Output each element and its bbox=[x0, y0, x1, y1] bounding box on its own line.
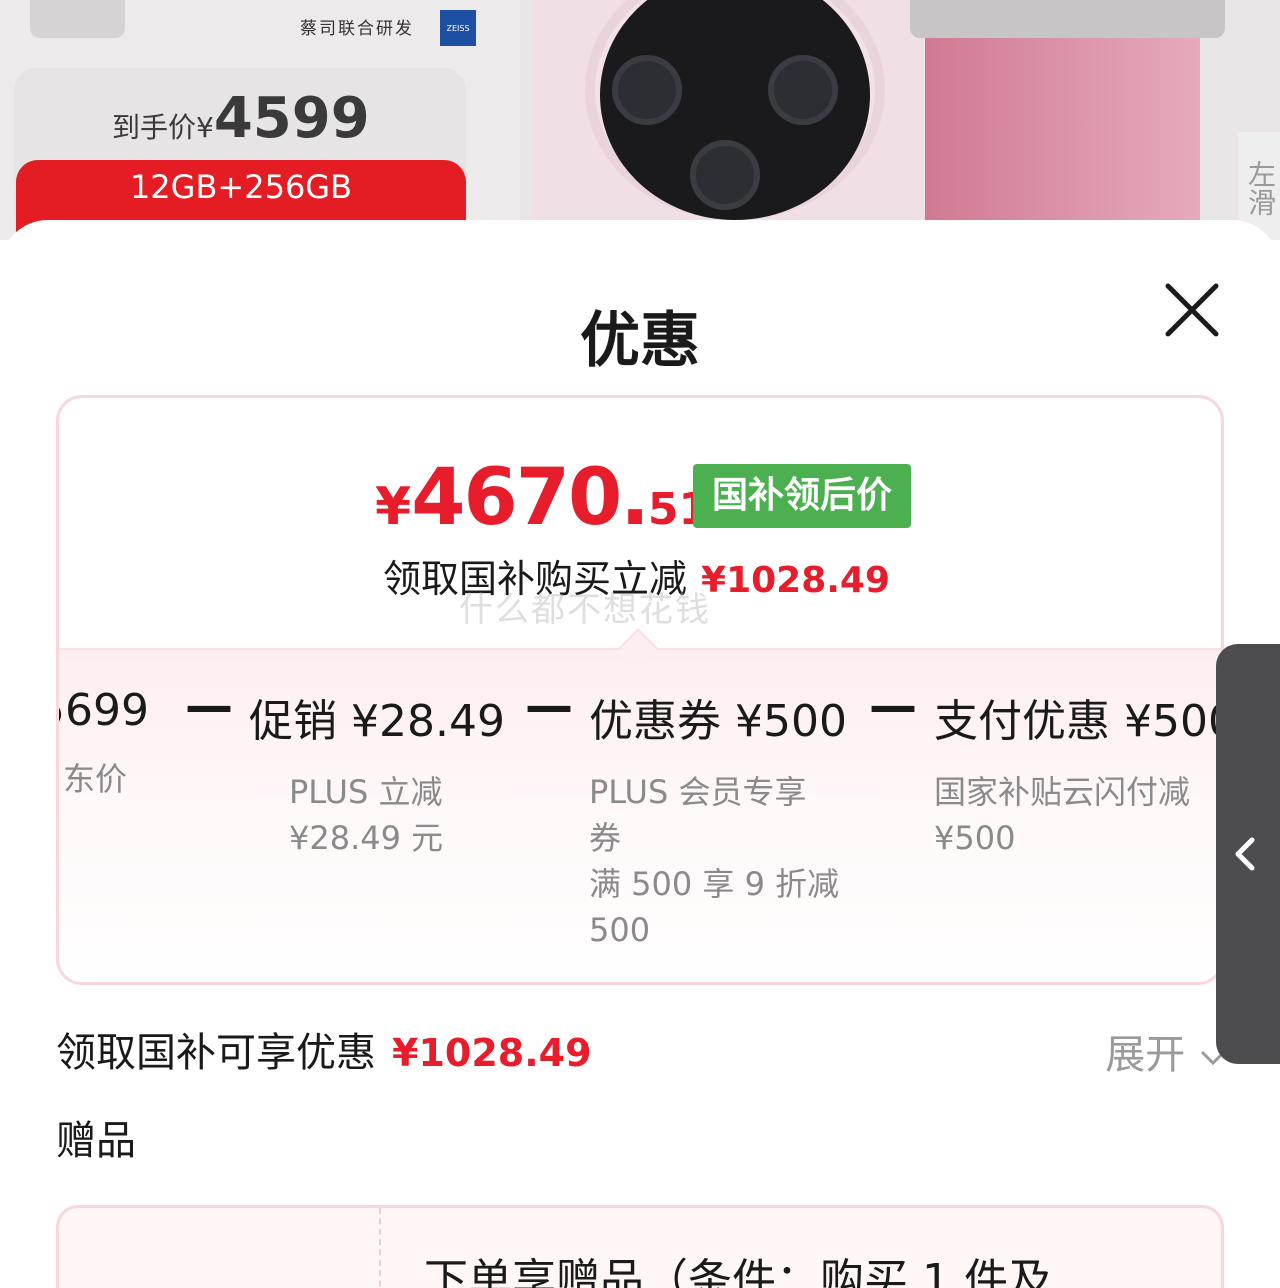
breakdown-head: 优惠券 ¥500 bbox=[589, 696, 847, 747]
side-drawer-tab[interactable] bbox=[1216, 644, 1280, 1064]
breakdown-desc: PLUS 会员专享 券 满 500 享 9 折减 500 bbox=[589, 769, 847, 953]
expand-button[interactable]: 展开 bbox=[1105, 1022, 1228, 1080]
product-banner: 蔡司联合研发 ZEISS 到手价¥4599 12GB+256GB 左滑 bbox=[0, 0, 1280, 240]
breakdown-notch bbox=[618, 628, 658, 668]
gift-text: 下单享赠品（条件：购买 1 件及 bbox=[424, 1255, 1052, 1288]
subsidy-discount-row[interactable]: 领取国补可享优惠 ¥1028.49 展开 bbox=[56, 1020, 1226, 1080]
breakdown-desc-line: ¥500 bbox=[934, 819, 1016, 857]
breakdown-item-promo: 促销 ¥28.49 PLUS 立减 ¥28.49 元 bbox=[249, 685, 505, 861]
breakdown-head: 支付优惠 ¥500 bbox=[934, 696, 1224, 747]
banner-action-chip[interactable] bbox=[910, 0, 1225, 38]
discount-label: 领取国补可享优惠 bbox=[56, 1030, 376, 1076]
final-price-yen: ¥ bbox=[375, 477, 412, 537]
breakdown-desc-line: 500 bbox=[589, 911, 651, 949]
final-price-integer: 4670. bbox=[411, 453, 650, 543]
breakdown-item-coupon: 优惠券 ¥500 PLUS 会员专享 券 满 500 享 9 折减 500 bbox=[589, 685, 847, 953]
back-button[interactable] bbox=[30, 0, 125, 38]
close-icon bbox=[1165, 283, 1219, 337]
sheet-title: 优惠 bbox=[580, 306, 700, 376]
breakdown-desc: 东价 bbox=[59, 756, 149, 802]
breakdown-desc-line: PLUS 会员专享 bbox=[589, 773, 807, 811]
brand-line: 蔡司联合研发 bbox=[300, 19, 414, 39]
breakdown-head: 5699 bbox=[59, 685, 149, 736]
gift-card[interactable]: 下单享赠品（条件：购买 1 件及 bbox=[56, 1205, 1224, 1288]
breakdown-desc: 国家补贴云闪付减 ¥500 bbox=[934, 769, 1221, 861]
hand-price-value: 4599 bbox=[213, 86, 370, 151]
minus-sign: — bbox=[869, 678, 917, 734]
zeiss-logo: ZEISS bbox=[440, 10, 476, 46]
price-breakdown[interactable]: 5699 东价 — 促销 ¥28.49 PLUS 立减 ¥28.49 元 — 优… bbox=[59, 628, 1224, 982]
camera-lens bbox=[690, 140, 760, 210]
breakdown-item-list-price: 5699 东价 bbox=[59, 685, 149, 802]
breakdown-head: 促销 ¥28.49 bbox=[249, 696, 505, 747]
discount-amount: ¥1028.49 bbox=[392, 1031, 592, 1075]
minus-sign: — bbox=[525, 678, 573, 734]
gift-section-title: 赠品 bbox=[56, 1118, 136, 1164]
discount-sheet: 优惠 ¥4670.51 国补领后价 领取国补购买立减 ¥1028.49 什么都不想… bbox=[0, 220, 1280, 1288]
banner-hand-price: 到手价¥4599 bbox=[112, 86, 370, 151]
chevron-left-icon bbox=[1235, 837, 1255, 871]
expand-label: 展开 bbox=[1105, 1032, 1186, 1078]
camera-lens bbox=[612, 55, 682, 125]
hand-price-label: 到手价¥ bbox=[112, 111, 214, 144]
close-button[interactable] bbox=[1160, 278, 1224, 342]
breakdown-desc-line: 东价 bbox=[63, 760, 128, 798]
final-price: ¥4670.51 bbox=[375, 453, 709, 543]
breakdown-desc-line: 满 500 享 9 折减 bbox=[589, 865, 840, 903]
price-breakdown-card: ¥4670.51 国补领后价 领取国补购买立减 ¥1028.49 什么都不想花钱 … bbox=[56, 395, 1224, 985]
watermark: 什么都不想花钱 bbox=[459, 590, 711, 630]
breakdown-desc-line: 国家补贴云闪付减 bbox=[934, 773, 1191, 811]
breakdown-desc-line: ¥28.49 元 bbox=[289, 819, 444, 857]
breakdown-desc-line: 券 bbox=[589, 819, 622, 857]
camera-lens bbox=[768, 55, 838, 125]
breakdown-desc-line: PLUS 立减 bbox=[289, 773, 443, 811]
minus-sign: — bbox=[185, 678, 233, 734]
gift-divider bbox=[379, 1208, 381, 1288]
subsidy-tag: 国补领后价 bbox=[693, 464, 911, 528]
breakdown-item-payment: 支付优惠 ¥500 国家补贴云闪付减 ¥500 bbox=[934, 685, 1224, 861]
save-amount: ¥1028.49 bbox=[701, 560, 891, 601]
phone-side-image bbox=[925, 30, 1200, 240]
breakdown-desc: PLUS 立减 ¥28.49 元 bbox=[249, 769, 505, 861]
